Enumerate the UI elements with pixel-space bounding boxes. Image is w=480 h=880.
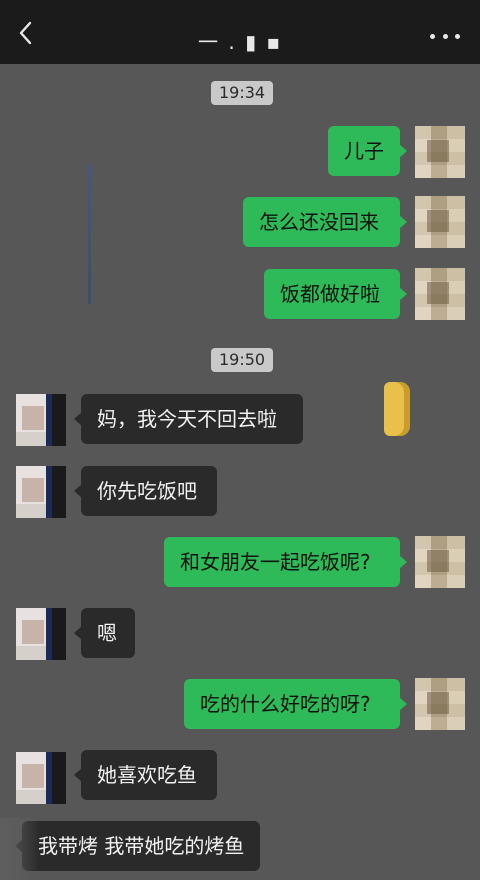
my-avatar[interactable] — [415, 196, 465, 248]
edge-fade — [0, 818, 40, 880]
message-bubble[interactable]: 妈，我今天不回去啦 — [74, 394, 303, 444]
contact-avatar[interactable] — [16, 394, 66, 446]
more-dots-icon[interactable] — [430, 32, 460, 40]
message-bubble[interactable]: 饭都做好啦 — [264, 269, 407, 319]
message-bubble[interactable]: 嗯 — [74, 608, 135, 658]
my-avatar[interactable] — [415, 126, 465, 178]
message-bubble[interactable]: 怎么还没回来 — [243, 197, 407, 247]
message-bubble[interactable]: 和女朋友一起吃饭呢? — [164, 537, 407, 587]
message-bubble[interactable]: 吃的什么好吃的呀? — [184, 679, 407, 729]
my-avatar[interactable] — [415, 536, 465, 588]
decorative-line — [88, 164, 91, 304]
timestamp: 19:50 — [211, 348, 274, 372]
contact-avatar[interactable] — [16, 608, 66, 660]
my-avatar[interactable] — [415, 678, 465, 730]
chat-header: 一 . ▮ ▪ — [0, 0, 480, 64]
contact-avatar[interactable] — [16, 752, 66, 804]
timestamp: 19:34 — [211, 81, 274, 105]
my-avatar[interactable] — [415, 268, 465, 320]
contact-avatar[interactable] — [16, 466, 66, 518]
message-bubble[interactable]: 儿子 — [328, 126, 407, 176]
message-bubble[interactable]: 她喜欢吃鱼 — [74, 750, 217, 800]
sticker-image — [384, 382, 410, 436]
message-bubble[interactable]: 你先吃饭吧 — [74, 466, 217, 516]
chat-title: 一 . ▮ ▪ — [198, 30, 282, 54]
message-bubble[interactable]: 我带烤 我带她吃的烤鱼 — [15, 821, 260, 871]
